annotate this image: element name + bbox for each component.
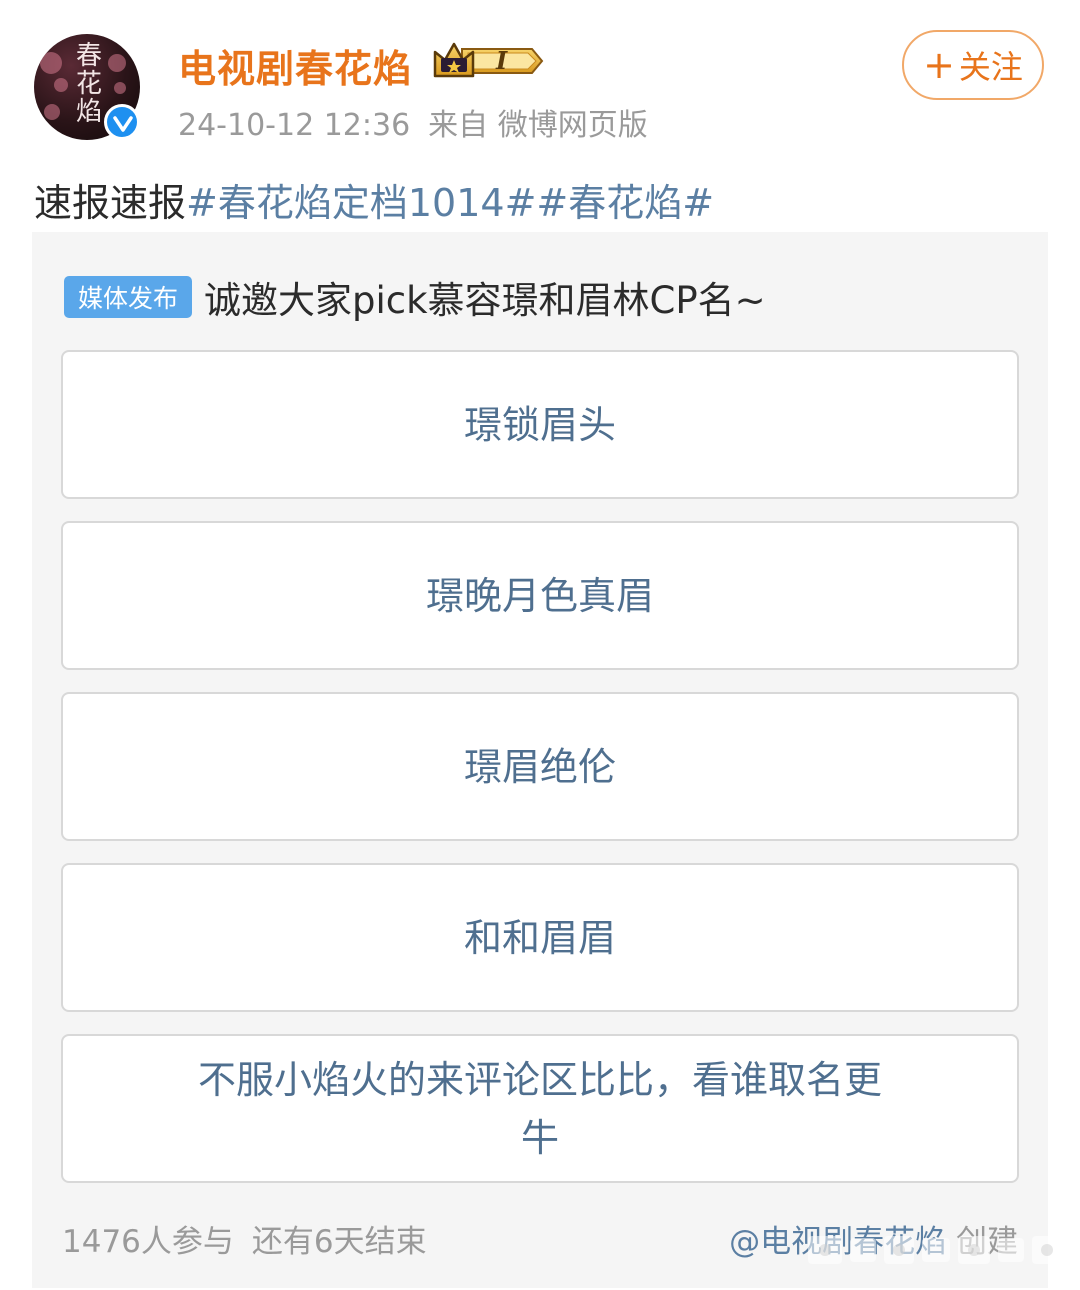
post-source: 来自 微博网页版 [428,108,648,143]
vote-options: 璟锁眉头 璟晚月色真眉 璟眉绝伦 和和眉眉 不服小焰火的来评论区比比，看谁取名更… [61,350,1019,1205]
vote-option[interactable]: 璟晚月色真眉 [61,521,1019,670]
vote-stats: 1476人参与 还有6天结束 [62,1216,427,1261]
level-badge-text: I [496,46,508,75]
vote-option[interactable]: 璟眉绝伦 [61,692,1019,841]
vote-option[interactable]: 和和眉眉 [61,863,1019,1012]
vote-title: 诚邀大家pick慕容璟和眉林CP名~ [204,279,766,322]
avatar-title: 春花焰 [75,41,102,127]
plus-icon: + [923,43,955,87]
post-text: 速报速报#春花焰定档1014##春花焰# [34,172,714,227]
follow-label: 关注 [958,48,1023,86]
post-body: 速报速报 [34,181,187,225]
vote-option[interactable]: 不服小焰火的来评论区比比，看谁取名更牛 [61,1034,1019,1183]
post-timestamp: 24-10-12 12:36 [178,108,411,143]
avatar[interactable]: 春花焰 [34,34,140,140]
hashtag-link[interactable]: #春花焰定档1014# [186,181,536,225]
vote-option[interactable]: 璟锁眉头 [61,350,1019,499]
username[interactable]: 电视剧春花焰 [178,38,412,93]
vote-card: 媒体发布 诚邀大家pick慕容璟和眉林CP名~ 璟锁眉头 璟晚月色真眉 璟眉绝伦… [32,232,1048,1288]
verified-icon [104,104,140,140]
hashtag-link[interactable]: #春花焰# [536,181,714,225]
member-crown-icon[interactable]: I [432,40,544,82]
time-remaining: 还有6天结束 [251,1224,427,1260]
participant-count: 1476人参与 [62,1224,234,1260]
post-meta: 24-10-12 12:36 来自 微博网页版 [178,100,648,144]
watermark-image [800,1226,1070,1272]
media-tag: 媒体发布 [64,276,192,318]
follow-button[interactable]: + 关注 [902,30,1044,100]
